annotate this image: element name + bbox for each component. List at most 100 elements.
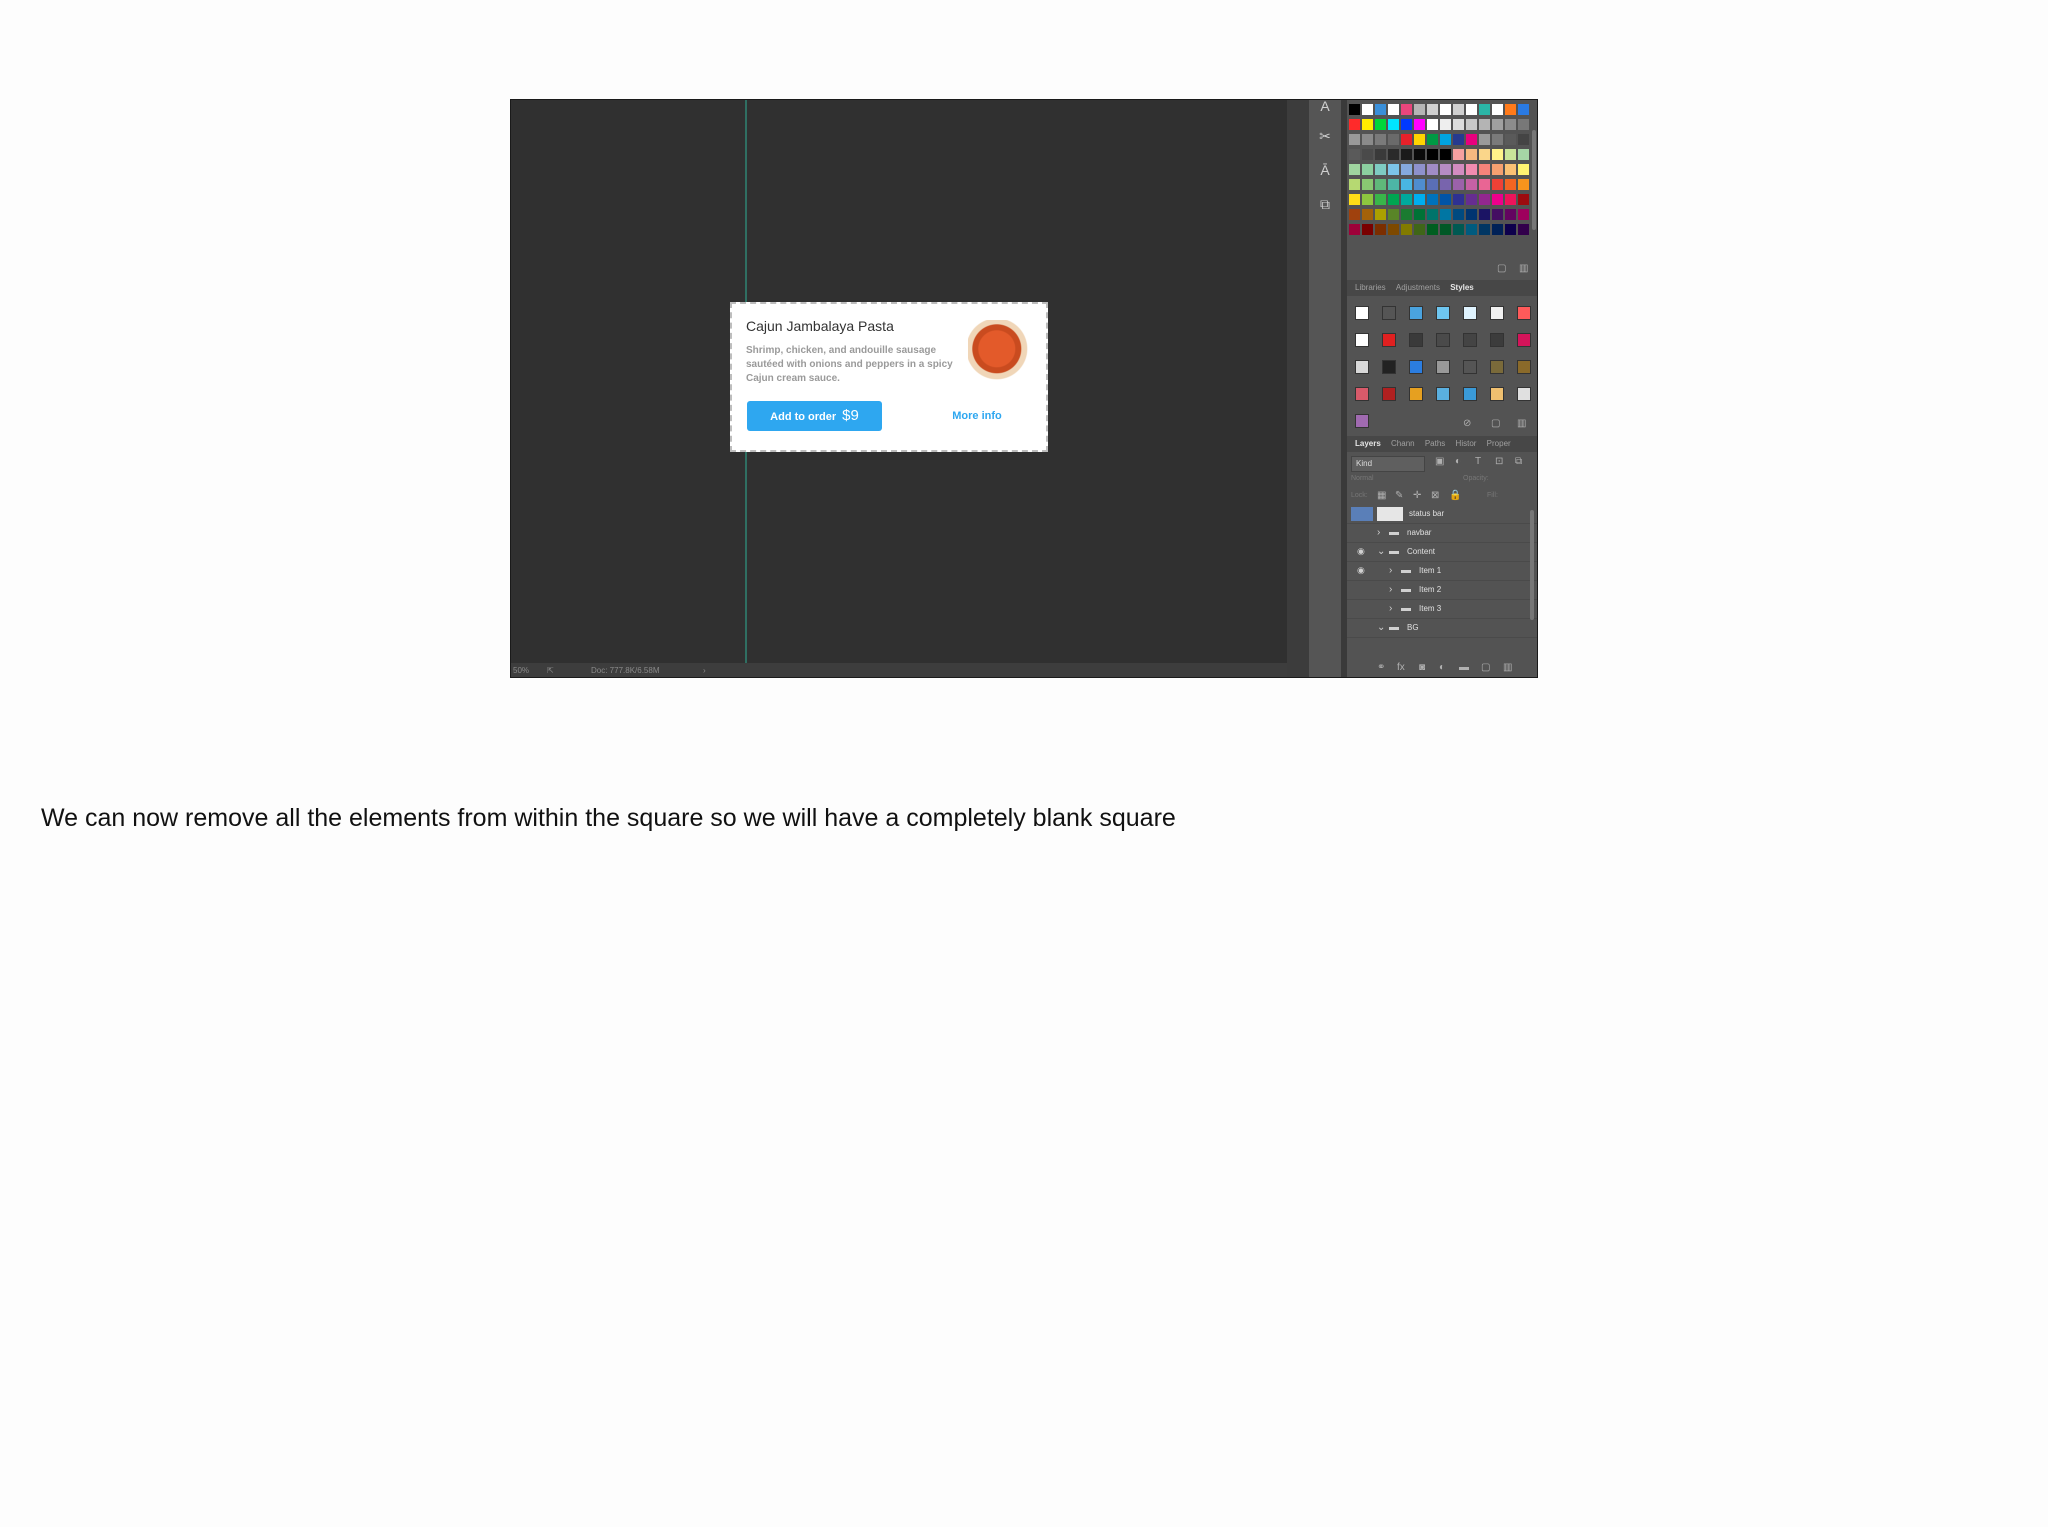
- delete-style-icon[interactable]: ▥: [1517, 418, 1526, 429]
- color-swatch[interactable]: [1362, 164, 1373, 175]
- character-icon[interactable]: A: [1315, 100, 1335, 116]
- fx-icon[interactable]: fx: [1397, 662, 1405, 673]
- color-swatch[interactable]: [1492, 149, 1503, 160]
- color-swatch[interactable]: [1388, 224, 1399, 235]
- color-swatch[interactable]: [1414, 134, 1425, 145]
- color-swatch[interactable]: [1479, 179, 1490, 190]
- style-preset[interactable]: [1463, 360, 1477, 374]
- color-swatch[interactable]: [1375, 149, 1386, 160]
- color-swatch[interactable]: [1453, 104, 1464, 115]
- color-swatch[interactable]: [1453, 119, 1464, 130]
- color-swatch[interactable]: [1375, 194, 1386, 205]
- color-swatch[interactable]: [1401, 224, 1412, 235]
- color-swatch[interactable]: [1375, 134, 1386, 145]
- color-swatch[interactable]: [1492, 224, 1503, 235]
- style-preset[interactable]: [1517, 360, 1531, 374]
- color-swatch[interactable]: [1479, 134, 1490, 145]
- color-swatch[interactable]: [1466, 149, 1477, 160]
- color-swatch[interactable]: [1479, 209, 1490, 220]
- color-swatch[interactable]: [1453, 164, 1464, 175]
- style-preset[interactable]: [1436, 333, 1450, 347]
- color-swatch[interactable]: [1427, 104, 1438, 115]
- link-layers-icon[interactable]: ⚭: [1377, 662, 1385, 673]
- add-mask-icon[interactable]: ◙: [1419, 662, 1425, 673]
- color-swatch[interactable]: [1401, 179, 1412, 190]
- color-swatch[interactable]: [1440, 194, 1451, 205]
- color-swatch[interactable]: [1362, 119, 1373, 130]
- layer-row[interactable]: ⌄ ▬ BG: [1347, 618, 1537, 638]
- delete-swatch-icon[interactable]: ▥: [1519, 263, 1528, 274]
- color-swatch[interactable]: [1427, 134, 1438, 145]
- color-swatch[interactable]: [1362, 149, 1373, 160]
- color-swatch[interactable]: [1362, 194, 1373, 205]
- color-swatch[interactable]: [1388, 104, 1399, 115]
- blend-mode-select[interactable]: Normal: [1351, 475, 1374, 482]
- style-preset[interactable]: [1409, 333, 1423, 347]
- tab-properties[interactable]: Proper: [1487, 439, 1511, 448]
- color-swatch[interactable]: [1375, 104, 1386, 115]
- color-swatch[interactable]: [1401, 149, 1412, 160]
- color-swatch[interactable]: [1427, 119, 1438, 130]
- color-swatch[interactable]: [1518, 134, 1529, 145]
- style-preset[interactable]: [1463, 306, 1477, 320]
- color-swatch[interactable]: [1427, 149, 1438, 160]
- color-swatch[interactable]: [1453, 134, 1464, 145]
- tab-channels[interactable]: Chann: [1391, 439, 1415, 448]
- style-preset[interactable]: [1490, 333, 1504, 347]
- layers-scrollbar[interactable]: [1530, 510, 1534, 620]
- new-swatch-icon[interactable]: ▢: [1497, 263, 1506, 274]
- style-preset[interactable]: [1490, 306, 1504, 320]
- style-preset[interactable]: [1490, 360, 1504, 374]
- new-adjustment-icon[interactable]: ◐: [1439, 662, 1445, 673]
- color-swatch[interactable]: [1362, 209, 1373, 220]
- swatches-scrollbar[interactable]: [1532, 130, 1536, 230]
- color-swatch[interactable]: [1505, 119, 1516, 130]
- color-swatch[interactable]: [1492, 164, 1503, 175]
- color-swatch[interactable]: [1453, 149, 1464, 160]
- color-swatch[interactable]: [1375, 164, 1386, 175]
- color-swatch[interactable]: [1479, 104, 1490, 115]
- delete-layer-icon[interactable]: ▥: [1503, 662, 1512, 673]
- color-swatch[interactable]: [1492, 134, 1503, 145]
- color-swatch[interactable]: [1388, 194, 1399, 205]
- color-swatch[interactable]: [1427, 164, 1438, 175]
- layer-row[interactable]: › ▬ Item 2: [1347, 580, 1537, 600]
- tab-adjustments[interactable]: Adjustments: [1396, 283, 1440, 292]
- style-preset[interactable]: [1436, 306, 1450, 320]
- color-swatch[interactable]: [1440, 164, 1451, 175]
- style-preset[interactable]: [1463, 387, 1477, 401]
- lock-transparency-icon[interactable]: ▦: [1377, 490, 1386, 501]
- color-swatch[interactable]: [1388, 209, 1399, 220]
- color-swatch[interactable]: [1466, 164, 1477, 175]
- color-swatch[interactable]: [1466, 209, 1477, 220]
- layer-row[interactable]: › ▬ Item 3: [1347, 599, 1537, 619]
- style-preset[interactable]: [1355, 333, 1369, 347]
- color-swatch[interactable]: [1414, 209, 1425, 220]
- color-swatch[interactable]: [1505, 209, 1516, 220]
- color-swatch[interactable]: [1479, 149, 1490, 160]
- scissors-icon[interactable]: ✂: [1315, 126, 1335, 146]
- group-toggle-icon[interactable]: ⌄: [1377, 618, 1385, 637]
- color-swatch[interactable]: [1440, 119, 1451, 130]
- color-swatch[interactable]: [1492, 119, 1503, 130]
- glyph-icon[interactable]: ⧉: [1315, 194, 1335, 214]
- visibility-eye-icon[interactable]: ◉: [1357, 542, 1365, 561]
- style-preset[interactable]: [1490, 387, 1504, 401]
- color-swatch[interactable]: [1440, 209, 1451, 220]
- layer-filter-select[interactable]: Kind: [1351, 456, 1425, 472]
- zoom-level[interactable]: 50%: [513, 663, 529, 677]
- color-swatch[interactable]: [1349, 224, 1360, 235]
- color-swatch[interactable]: [1518, 209, 1529, 220]
- color-swatch[interactable]: [1401, 119, 1412, 130]
- color-swatch[interactable]: [1505, 164, 1516, 175]
- color-swatch[interactable]: [1479, 194, 1490, 205]
- new-group-icon[interactable]: ▬: [1459, 662, 1469, 673]
- group-toggle-icon[interactable]: ›: [1377, 523, 1380, 542]
- layer-row[interactable]: › ▬ navbar: [1347, 523, 1537, 543]
- group-toggle-icon[interactable]: ⌄: [1377, 542, 1385, 561]
- export-icon[interactable]: ⇱: [547, 663, 554, 677]
- group-toggle-icon[interactable]: ›: [1389, 580, 1392, 599]
- color-swatch[interactable]: [1414, 224, 1425, 235]
- color-swatch[interactable]: [1349, 134, 1360, 145]
- color-swatch[interactable]: [1388, 179, 1399, 190]
